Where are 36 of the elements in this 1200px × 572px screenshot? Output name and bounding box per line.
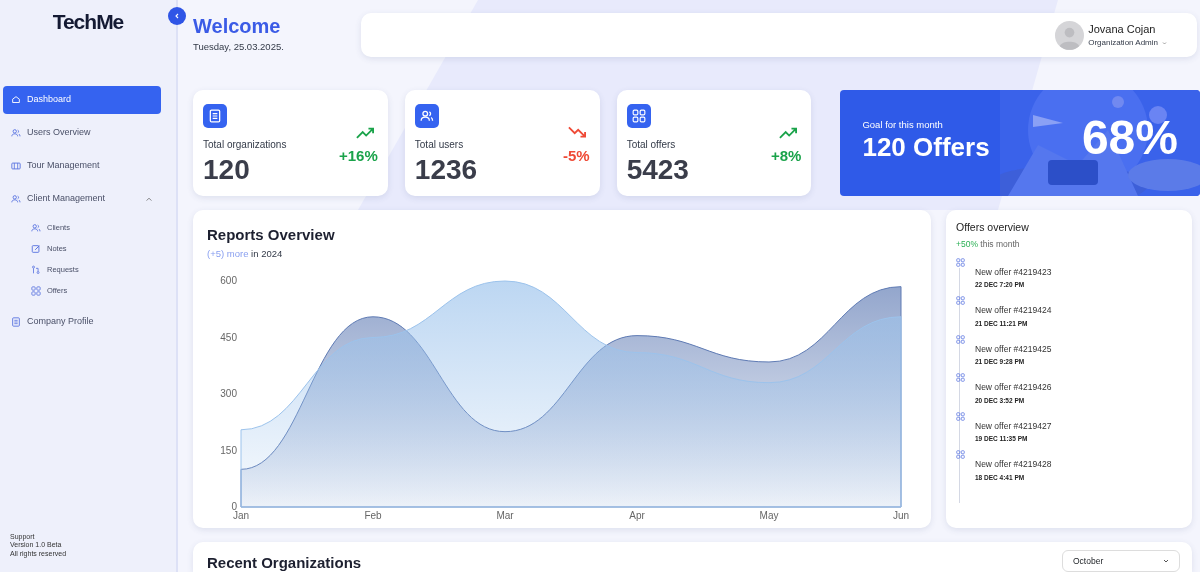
y-tick-label: 300 [220,387,237,399]
change-text: -5% [562,146,590,166]
offer-title: New offer #4219425 [975,342,1053,356]
logo: TechMe [51,9,125,35]
x-tick-label: Jan [232,509,250,521]
page-title: Welcome [193,16,282,36]
x-tick-label: May [759,509,779,521]
stat-label: Total offers [626,138,677,152]
y-tick-label: 150 [220,444,237,456]
stat-label: Total users [414,138,465,152]
date-text: Tuesday, 25.03.2025. [193,40,285,54]
y-tick-label: 600 [220,274,237,286]
x-tick-label: Jun [892,509,910,521]
x-tick-label: Apr [629,509,645,521]
stat-label: Total organizations [203,138,288,152]
y-tick-label: 0 [231,500,237,512]
offer-title: New offer #4219424 [975,304,1053,317]
goal-percent: 68% [1081,112,1178,165]
subtitle-text: (+5) more in 2024 [207,246,284,261]
goal-label: Goal for this month [862,118,944,132]
user-name: Jovana Cojan [1088,21,1157,37]
goal-target: 120 Offers [862,132,990,164]
user-role: Organization Admin [1088,37,1158,50]
change-text: +8% [771,146,802,166]
subtitle-text: +50% this month [956,237,1021,251]
card-title: Offers overview [956,220,1030,235]
card-title: Reports Overview [207,225,336,245]
x-tick-label: Feb [364,509,382,521]
offer-title: New offer #4219428 [975,458,1053,471]
card-title: Recent Organizations [207,553,362,571]
x-tick-label: Mar [496,509,514,521]
offer-title: New offer #4219426 [975,381,1053,394]
offer-title: New offer #4219423 [975,265,1053,279]
y-tick-label: 450 [220,331,237,343]
offer-title: New offer #4219427 [975,419,1053,433]
change-text: +16% [339,146,378,166]
